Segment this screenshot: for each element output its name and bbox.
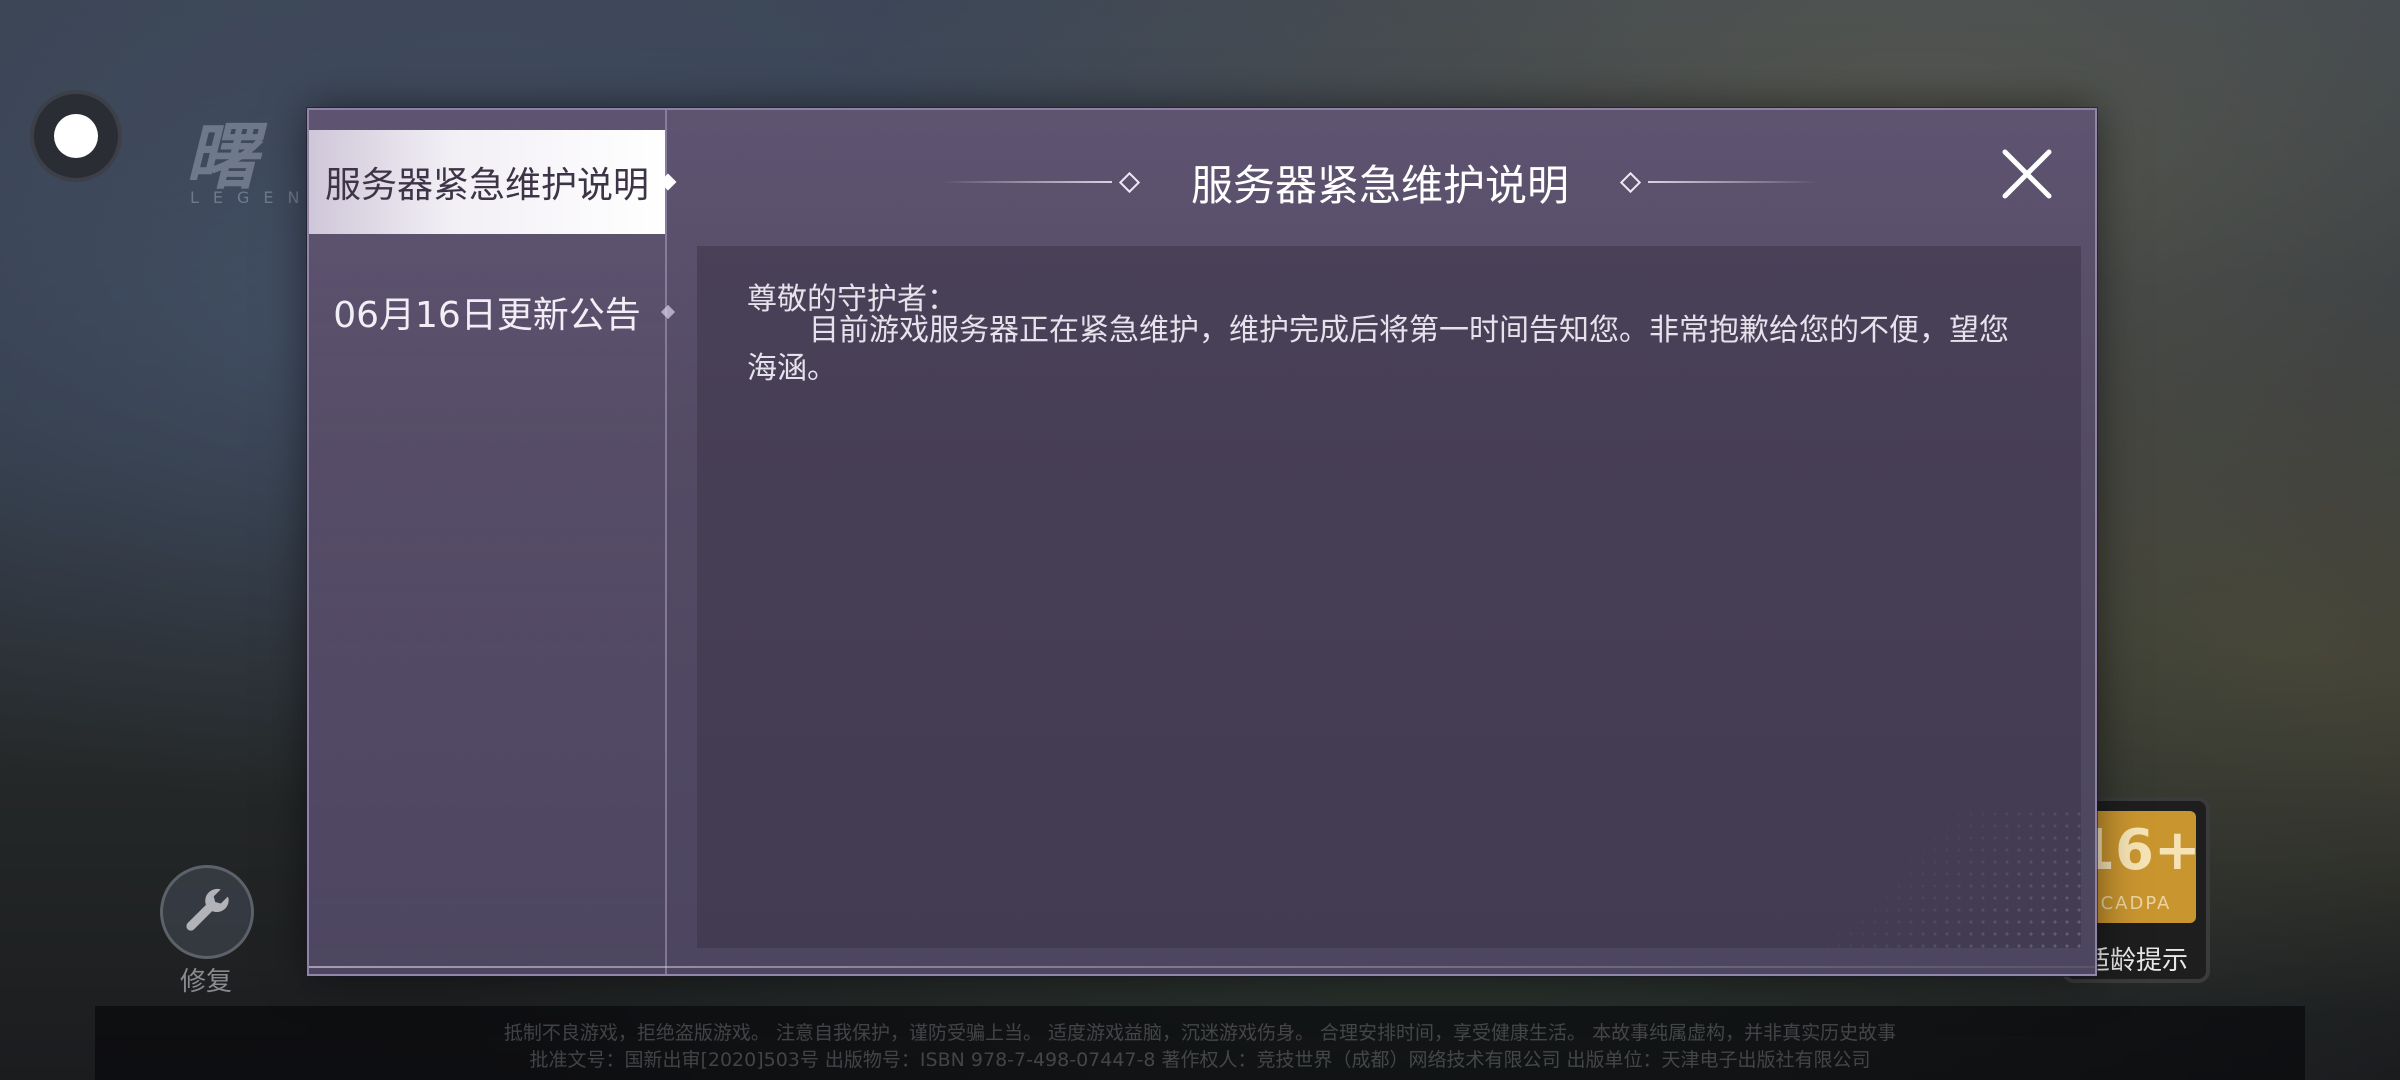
title-decor-diamond-right xyxy=(1619,171,1642,193)
tab-label: 服务器紧急维护说明 xyxy=(324,165,649,206)
announcement-tab-list: 服务器紧急维护说明 06月16日更新公告 xyxy=(309,110,677,974)
decorative-dot-pattern xyxy=(1821,808,2081,948)
title-decor-line-left xyxy=(941,181,1112,183)
tab-update-notice[interactable]: 06月16日更新公告 xyxy=(309,260,676,364)
tab-server-maintenance[interactable]: 服务器紧急维护说明 xyxy=(309,130,677,234)
dialog-bottom-line xyxy=(309,966,2095,968)
legal-notice-line1: 抵制不良游戏，拒绝盗版游戏。 注意自我保护，谨防受骗上当。 适度游戏益脑，沉迷游… xyxy=(503,1022,1897,1044)
legal-notice-bar: 抵制不良游戏，拒绝盗版游戏。 注意自我保护，谨防受骗上当。 适度游戏益脑，沉迷游… xyxy=(95,1006,2305,1080)
announcement-content-panel[interactable]: 尊敬的守护者： 目前游戏服务器正在紧急维护，维护完成后将第一时间告知您。非常抱歉… xyxy=(697,246,2081,948)
dialog-header: 服务器紧急维护说明 xyxy=(665,142,2095,222)
floating-dot-icon xyxy=(54,114,98,158)
title-decor-diamond-left xyxy=(1118,171,1141,193)
dialog-title: 服务器紧急维护说明 xyxy=(1190,160,1569,210)
repair-label: 修复 xyxy=(179,967,232,997)
close-icon xyxy=(2002,149,2052,199)
wrench-icon xyxy=(160,865,254,959)
game-screen: 曙 LEGENDS 修复 16+ CADPA 适龄提示 抵制不良游戏，拒绝盗版游… xyxy=(0,0,2400,1080)
announcement-dialog: 服务器紧急维护说明 06月16日更新公告 服务器紧急维护说明 尊敬的守护者： 目… xyxy=(307,108,2097,976)
diamond-marker-icon xyxy=(660,304,676,320)
legal-notice-line2: 批准文号：国新出审[2020]503号 出版物号：ISBN 978-7-498-… xyxy=(529,1049,1871,1071)
repair-button[interactable]: 修复 xyxy=(160,865,254,998)
title-decor-line-right xyxy=(1648,181,1818,183)
announcement-body: 目前游戏服务器正在紧急维护，维护完成后将第一时间告知您。非常抱歉给您的不便，望您… xyxy=(747,313,2009,386)
close-button[interactable] xyxy=(1999,146,2055,202)
tab-label: 06月16日更新公告 xyxy=(333,295,641,336)
floating-assist-button[interactable] xyxy=(30,90,122,182)
